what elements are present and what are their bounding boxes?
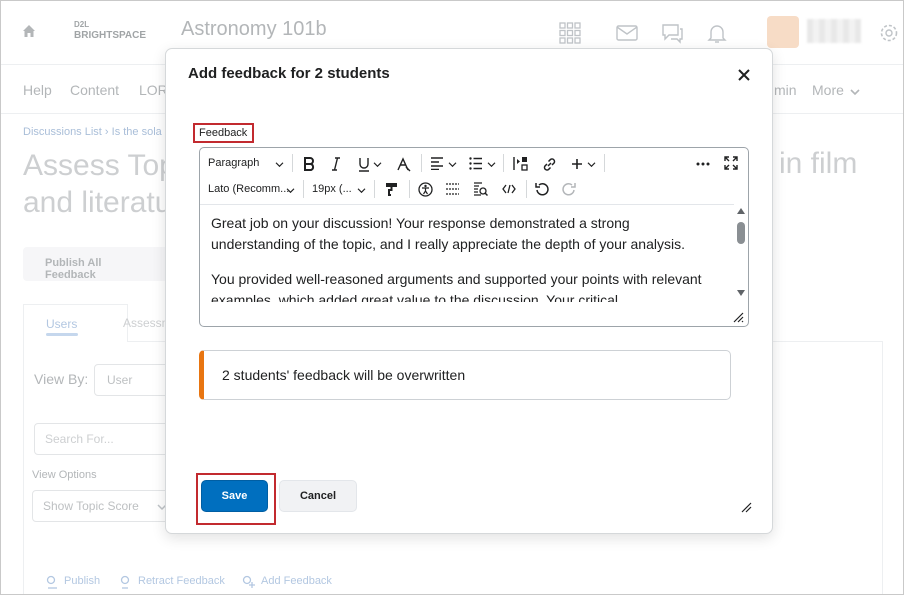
- chevron-down-icon: [587, 162, 596, 168]
- font-size-select[interactable]: 19px (...: [312, 181, 352, 199]
- toolbar-divider: [503, 154, 504, 172]
- font-family-select[interactable]: Lato (Recomm...: [208, 181, 289, 199]
- add-feedback-dialog: Add feedback for 2 students Feedback Par…: [165, 48, 773, 534]
- format-painter-icon[interactable]: [385, 182, 398, 196]
- preview-icon[interactable]: [473, 182, 488, 197]
- chevron-down-icon: [448, 162, 457, 168]
- cancel-button[interactable]: Cancel: [279, 480, 357, 512]
- editor-scrollbar[interactable]: [734, 204, 748, 302]
- italic-icon[interactable]: [331, 157, 341, 171]
- link-icon[interactable]: [542, 157, 557, 172]
- chevron-down-icon: [373, 162, 382, 168]
- toolbar-divider: [303, 180, 304, 198]
- chevron-down-icon: [487, 162, 496, 168]
- text-color-icon[interactable]: [396, 157, 412, 172]
- toolbar-divider: [292, 154, 293, 172]
- feedback-label: Feedback: [193, 123, 254, 143]
- overwrite-warning-alert: 2 students' feedback will be overwritten: [199, 350, 731, 400]
- horizontal-rule-icon[interactable]: [445, 183, 460, 195]
- scroll-up-icon[interactable]: [737, 208, 745, 214]
- feedback-text: Great job on your discussion! Your respo…: [211, 213, 721, 302]
- scroll-thumb[interactable]: [737, 222, 745, 244]
- toolbar-divider: [409, 180, 410, 198]
- app-window: D2L BRIGHTSPACE Astronomy 101b Help Cont…: [0, 0, 904, 595]
- feedback-paragraph-2: You provided well-reasoned arguments and…: [211, 271, 702, 302]
- editor-content[interactable]: Great job on your discussion! Your respo…: [200, 204, 734, 302]
- editor-toolbar-row2: Lato (Recomm... 19px (...: [200, 176, 748, 202]
- warning-text: 2 students' feedback will be overwritten: [222, 367, 466, 383]
- chevron-down-icon: [286, 188, 295, 194]
- plus-icon[interactable]: [571, 158, 583, 170]
- insert-element-icon[interactable]: [513, 156, 528, 171]
- chevron-down-icon: [357, 188, 366, 194]
- underline-icon[interactable]: [357, 157, 371, 172]
- list-icon[interactable]: [469, 157, 483, 170]
- scroll-down-icon[interactable]: [737, 290, 745, 296]
- toolbar-divider: [604, 154, 605, 172]
- close-icon[interactable]: [736, 67, 752, 83]
- redo-icon[interactable]: [562, 182, 576, 196]
- undo-icon[interactable]: [535, 182, 549, 196]
- chevron-down-icon: [275, 162, 284, 168]
- accessibility-icon[interactable]: [418, 182, 433, 197]
- paragraph-format-select[interactable]: Paragraph: [208, 155, 259, 173]
- resize-grip-icon[interactable]: [732, 311, 744, 323]
- bold-icon[interactable]: [303, 157, 315, 171]
- toolbar-divider: [374, 180, 375, 198]
- save-button[interactable]: Save: [201, 480, 268, 512]
- feedback-paragraph-1: Great job on your discussion! Your respo…: [211, 215, 685, 252]
- editor-toolbar-row1: Paragraph: [200, 150, 748, 176]
- dialog-resize-icon[interactable]: [740, 501, 752, 513]
- align-left-icon[interactable]: [430, 157, 444, 170]
- toolbar-divider: [421, 154, 422, 172]
- feedback-editor[interactable]: Paragraph Lato (Recomm... 19px (... Grea…: [199, 147, 749, 327]
- fullscreen-icon[interactable]: [724, 156, 738, 170]
- source-code-icon[interactable]: [502, 184, 516, 194]
- more-options-icon[interactable]: [696, 162, 710, 166]
- dialog-title: Add feedback for 2 students: [188, 65, 390, 82]
- toolbar-divider: [526, 180, 527, 198]
